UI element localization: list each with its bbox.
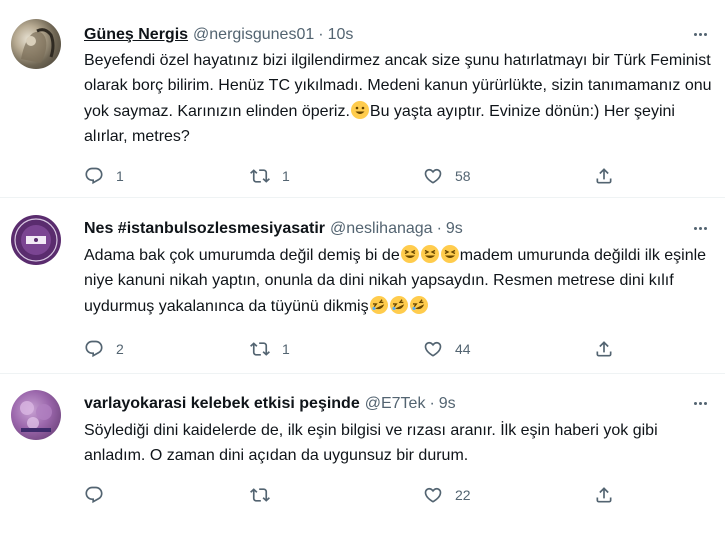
like-icon [424, 341, 442, 357]
timestamp[interactable]: 10s [328, 26, 354, 44]
tweet-text: Söylediği dini kaidelerde de, ilk eşin b… [84, 418, 713, 469]
reply-button[interactable]: 2 [84, 337, 124, 361]
tweet-text: Adama bak çok umurumda değil demiş bi de… [84, 243, 713, 319]
like-icon [424, 487, 442, 503]
reply-count: 1 [116, 168, 124, 184]
retweet-button[interactable]: 1 [250, 337, 290, 361]
like-button[interactable]: 58 [423, 164, 471, 188]
reply-button[interactable]: 1 [84, 164, 124, 188]
timestamp[interactable]: 9s [446, 220, 463, 238]
like-icon [424, 168, 442, 184]
avatar[interactable] [11, 390, 61, 440]
retweet-button[interactable]: 1 [250, 164, 290, 188]
timestamp[interactable]: 9s [439, 395, 456, 413]
reply-icon [85, 486, 103, 504]
tweet[interactable]: Nes #istanbulsozlesmesiyasatir @neslihan… [0, 198, 725, 374]
separator: · [429, 395, 435, 412]
tweet-text-part: Söylediği dini kaidelerde de, ilk eşin b… [84, 422, 658, 465]
like-button[interactable]: 44 [423, 337, 471, 361]
separator: · [318, 26, 324, 43]
rolling-laughing-face-emoji [406, 292, 431, 317]
share-button[interactable] [594, 164, 614, 188]
tweet[interactable]: varlayokarasi kelebek etkisi peşinde @E7… [0, 374, 725, 536]
retweet-icon [250, 169, 270, 183]
display-name[interactable]: varlayokarasi kelebek etkisi peşinde [84, 395, 360, 413]
grinning-squinting-face-emoji [440, 245, 459, 263]
tweet-header: varlayokarasi kelebek etkisi peşinde @E7… [84, 393, 715, 415]
retweet-button[interactable] [250, 483, 270, 507]
grinning-squinting-face-emoji [420, 245, 439, 263]
avatar-image [21, 28, 55, 63]
user-handle[interactable]: @nergisgunes01 [193, 26, 314, 44]
avatar-image [14, 218, 58, 262]
reply-icon [85, 340, 103, 358]
more-icon[interactable] [689, 393, 711, 413]
retweet-count: 1 [282, 341, 290, 357]
more-icon[interactable] [689, 218, 711, 238]
rolling-laughing-face-emoji [386, 292, 411, 317]
display-name[interactable]: Güneş Nergis [84, 26, 188, 44]
like-count: 44 [455, 341, 471, 357]
retweet-icon [250, 342, 270, 356]
tweet[interactable]: Güneş Nergis @nergisgunes01 · 10s Beyefe… [0, 0, 725, 198]
avatar[interactable] [11, 19, 61, 69]
tweet-header: Nes #istanbulsozlesmesiyasatir @neslihan… [84, 218, 715, 240]
timeline-feed: Güneş Nergis @nergisgunes01 · 10s Beyefe… [0, 0, 725, 536]
tweet-actions: 22 [84, 483, 624, 507]
like-count: 22 [455, 487, 471, 503]
more-icon[interactable] [689, 24, 711, 44]
avatar[interactable] [11, 215, 61, 265]
share-button[interactable] [594, 483, 614, 507]
tweet-text: Beyefendi özel hayatınız bizi ilgilendir… [84, 48, 713, 149]
tweet-text-part: Adama bak çok umurumda değil demiş bi de [84, 247, 400, 264]
rolling-laughing-face-emoji [366, 292, 391, 317]
like-count: 58 [455, 168, 471, 184]
reply-button[interactable] [84, 483, 104, 507]
tweet-actions: 2 1 44 [84, 337, 624, 361]
share-icon [596, 168, 612, 184]
retweet-count: 1 [282, 168, 290, 184]
retweet-icon [250, 488, 270, 502]
user-handle[interactable]: @E7Tek [365, 395, 426, 413]
tweet-actions: 1 1 58 [84, 164, 624, 188]
reply-icon [85, 167, 103, 185]
share-button[interactable] [594, 337, 614, 361]
display-name[interactable]: Nes #istanbulsozlesmesiyasatir [84, 220, 325, 238]
avatar-image [20, 401, 52, 432]
like-button[interactable]: 22 [423, 483, 471, 507]
separator: · [436, 220, 442, 237]
reply-count: 2 [116, 341, 124, 357]
grinning-face-emoji [350, 100, 369, 119]
grinning-squinting-face-emoji [400, 245, 419, 263]
share-icon [596, 341, 612, 357]
tweet-header: Güneş Nergis @nergisgunes01 · 10s [84, 24, 715, 46]
user-handle[interactable]: @neslihanaga [330, 220, 433, 238]
share-icon [596, 487, 612, 503]
